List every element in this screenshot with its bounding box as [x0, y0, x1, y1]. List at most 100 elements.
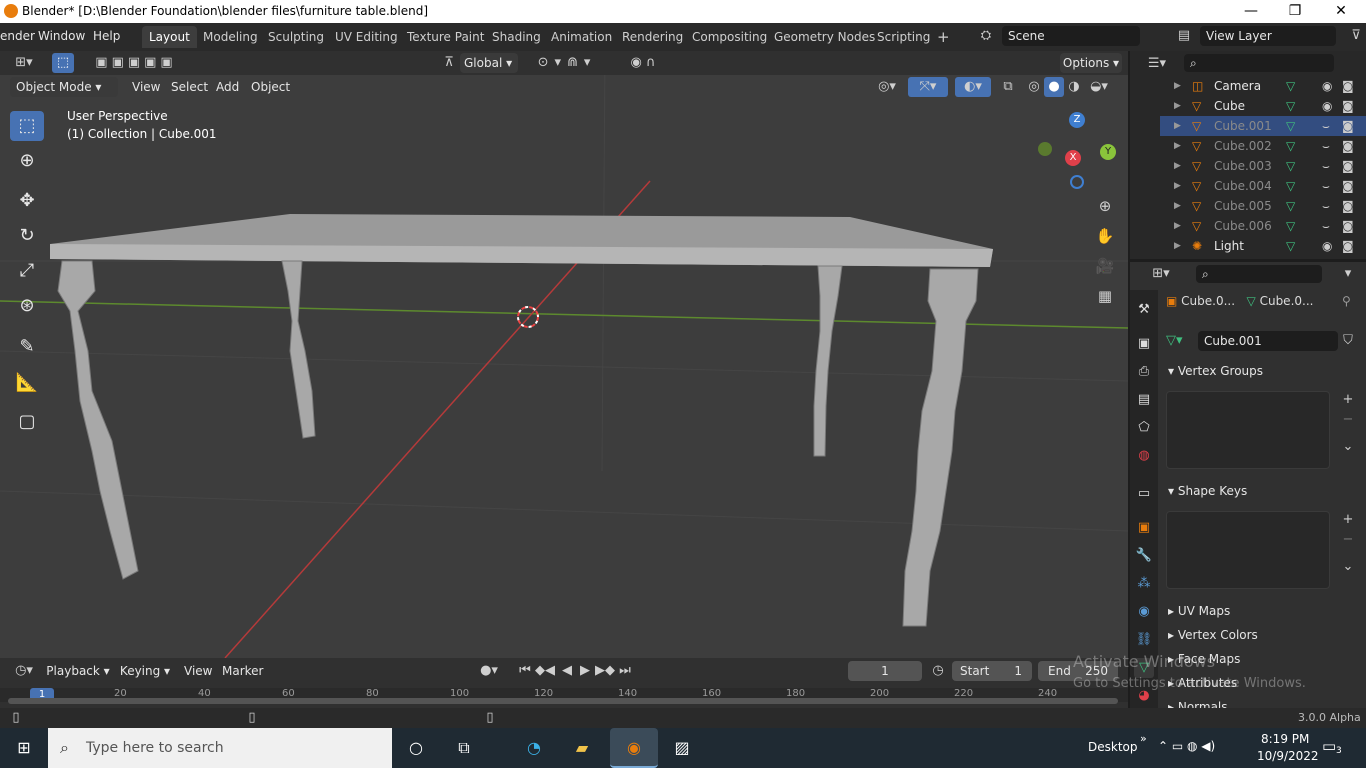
preview-range-icon[interactable]: ◷ — [928, 661, 948, 681]
tab-modeling[interactable]: Modeling — [196, 26, 265, 48]
tab-rendering[interactable]: Rendering — [615, 26, 690, 48]
visibility-eye-icon[interactable]: ⌣ — [1322, 196, 1330, 216]
visibility-eye-icon[interactable]: ⌣ — [1322, 136, 1330, 156]
vertex-group-menu-button[interactable]: ⌄ — [1338, 437, 1358, 457]
close-button[interactable]: ✕ — [1318, 0, 1364, 23]
physics-tab-icon[interactable]: ◉ — [1134, 602, 1154, 622]
expand-arrow-icon[interactable]: ▶ — [1174, 116, 1181, 136]
visibility-eye-icon[interactable]: ⌣ — [1322, 156, 1330, 176]
menu-select[interactable]: Select — [171, 80, 208, 94]
render-camera-icon[interactable]: ◙ — [1342, 156, 1354, 176]
tray-systray-icons[interactable]: ⌃ ▭ ◍ ◀) — [1158, 739, 1215, 753]
output-tab-icon[interactable]: ⎙ — [1134, 362, 1154, 382]
particles-tab-icon[interactable]: ⁂ — [1134, 574, 1154, 594]
properties-search-input[interactable]: ⌕ — [1196, 265, 1322, 283]
navigation-gizmo[interactable]: Z X Y — [1036, 108, 1126, 198]
pin-icon[interactable]: ⚲ — [1342, 294, 1351, 308]
menu-help[interactable]: Help — [93, 29, 120, 43]
selection-mode-icons[interactable]: ▣▣▣▣▣ — [88, 53, 184, 73]
zoom-icon[interactable]: ⊕ — [1094, 196, 1116, 216]
taskbar-date[interactable]: 10/9/2022 — [1257, 749, 1319, 763]
render-camera-icon[interactable]: ◙ — [1342, 116, 1354, 136]
menu-add[interactable]: Add — [216, 80, 239, 94]
fake-user-shield-icon[interactable]: ⛉ — [1338, 331, 1358, 351]
outliner-item[interactable]: ▶ ▽ Cube.003 ▽ ⌣ ◙ — [1160, 156, 1366, 176]
render-camera-icon[interactable]: ◙ — [1342, 136, 1354, 156]
gizmo-neg-z[interactable] — [1070, 175, 1084, 189]
outliner-item[interactable]: ▶ ▽ Cube.002 ▽ ⌣ ◙ — [1160, 136, 1366, 156]
proportional-editing-icon[interactable]: ◉ ∩ — [618, 53, 668, 73]
move-tool-icon[interactable]: ✥ — [10, 186, 44, 216]
properties-options-icon[interactable]: ▾ — [1338, 264, 1358, 284]
visibility-icon[interactable]: ◎▾ — [872, 77, 902, 97]
render-camera-icon[interactable]: ◙ — [1342, 216, 1354, 236]
jump-end-icon[interactable]: ⏭ — [615, 661, 635, 681]
object-tab-icon[interactable]: ▣ — [1134, 518, 1154, 538]
constraints-tab-icon[interactable]: ⛓ — [1134, 630, 1154, 650]
outliner-item[interactable]: ▶ ◫ Camera ▽ ◉ ◙ — [1160, 76, 1366, 96]
next-keyframe-icon[interactable]: ▶◆ — [595, 661, 615, 681]
expand-arrow-icon[interactable]: ▶ — [1174, 76, 1181, 96]
tab-compositing[interactable]: Compositing — [685, 26, 774, 48]
menu-window[interactable]: Window — [38, 29, 85, 43]
scene-tab-icon[interactable]: ⬠ — [1134, 418, 1154, 438]
outliner-item[interactable]: ▶ ▽ Cube ▽ ◉ ◙ — [1160, 96, 1366, 116]
render-camera-icon[interactable]: ◙ — [1342, 196, 1354, 216]
vertex-groups-list[interactable] — [1166, 391, 1330, 469]
vertex-group-add-button[interactable]: + — [1338, 390, 1358, 410]
menu-playback[interactable]: Playback ▾ — [44, 661, 112, 681]
render-camera-icon[interactable]: ◙ — [1342, 96, 1354, 116]
task-view-icon[interactable]: ⧉ — [450, 734, 478, 762]
tab-scripting[interactable]: Scripting — [870, 26, 937, 48]
3d-viewport[interactable] — [0, 51, 1128, 658]
shape-key-remove-button[interactable]: − — [1338, 530, 1358, 550]
gizmo-y-axis[interactable]: Y — [1100, 144, 1116, 160]
modifier-tab-icon[interactable]: 🔧 — [1134, 546, 1154, 566]
play-icon[interactable]: ▶ — [575, 661, 595, 681]
cortana-icon[interactable]: ○ — [402, 734, 430, 762]
taskbar-time[interactable]: 8:19 PM — [1261, 732, 1309, 746]
panel-vertex-colors[interactable]: ▸ Vertex Colors — [1160, 623, 1366, 647]
filter-icon[interactable]: ⊽ — [1346, 26, 1366, 46]
tab-texture-paint[interactable]: Texture Paint — [400, 26, 491, 48]
jump-start-icon[interactable]: ⏮ — [515, 661, 535, 681]
visibility-eye-icon[interactable]: ◉ — [1322, 76, 1332, 96]
expand-arrow-icon[interactable]: ▶ — [1174, 156, 1181, 176]
collection-tab-icon[interactable]: ▭ — [1134, 484, 1154, 504]
transform-orientation-dropdown[interactable]: Global ▾ — [460, 53, 518, 73]
photos-icon[interactable]: ▨ — [668, 734, 696, 762]
file-explorer-icon[interactable]: ▰ — [568, 734, 596, 762]
visibility-eye-icon[interactable]: ⌣ — [1322, 176, 1330, 196]
maximize-button[interactable]: ❐ — [1272, 0, 1318, 23]
select-box-icon[interactable]: ⬚ — [52, 53, 74, 73]
menu-file[interactable]: ender — [0, 29, 35, 43]
add-workspace-button[interactable]: + — [930, 26, 957, 48]
notifications-icon[interactable]: ▭ — [1322, 737, 1336, 755]
expand-arrow-icon[interactable]: ▶ — [1174, 216, 1181, 236]
view-layer-icon[interactable]: ▤ — [1170, 26, 1198, 46]
start-frame-field[interactable]: Start 1 — [952, 661, 1032, 681]
taskbar-search-input[interactable]: ⌕ Type here to search — [48, 728, 392, 768]
annotate-tool-icon[interactable]: ✎ — [10, 332, 44, 362]
visibility-eye-icon[interactable]: ⌣ — [1322, 116, 1330, 136]
outliner-item[interactable]: ▶ ▽ Cube.001 ▽ ⌣ ◙ — [1160, 116, 1366, 136]
overlays-icon[interactable]: ◐▾ — [955, 77, 991, 97]
menu-object[interactable]: Object — [251, 80, 290, 94]
gizmo-x-axis[interactable]: X — [1065, 150, 1081, 166]
editor-type-icon[interactable]: ⊞▾ — [8, 53, 40, 73]
xray-icon[interactable]: ⧉ — [998, 77, 1018, 97]
edge-browser-icon[interactable]: ◔ — [520, 734, 548, 762]
material-shading-icon[interactable]: ◑ — [1064, 77, 1084, 97]
tab-geometry-nodes[interactable]: Geometry Nodes — [767, 26, 882, 48]
panel-normals[interactable]: ▸ Normals — [1160, 695, 1366, 708]
view-layer-selector[interactable]: View Layer — [1200, 26, 1336, 46]
panel-vertex-groups[interactable]: ▾ Vertex Groups — [1160, 359, 1366, 383]
scene-selector[interactable]: Scene — [1002, 26, 1140, 46]
mesh-name-field[interactable]: Cube.001 — [1198, 331, 1338, 351]
timeline-menu-view[interactable]: View — [184, 664, 212, 678]
pan-hand-icon[interactable]: ✋ — [1094, 226, 1116, 246]
timeline-editor-type-icon[interactable]: ◷▾ — [8, 661, 40, 681]
panel-shape-keys[interactable]: ▾ Shape Keys — [1160, 479, 1366, 503]
gizmo-neg-y[interactable] — [1038, 142, 1052, 156]
shape-keys-list[interactable] — [1166, 511, 1330, 589]
